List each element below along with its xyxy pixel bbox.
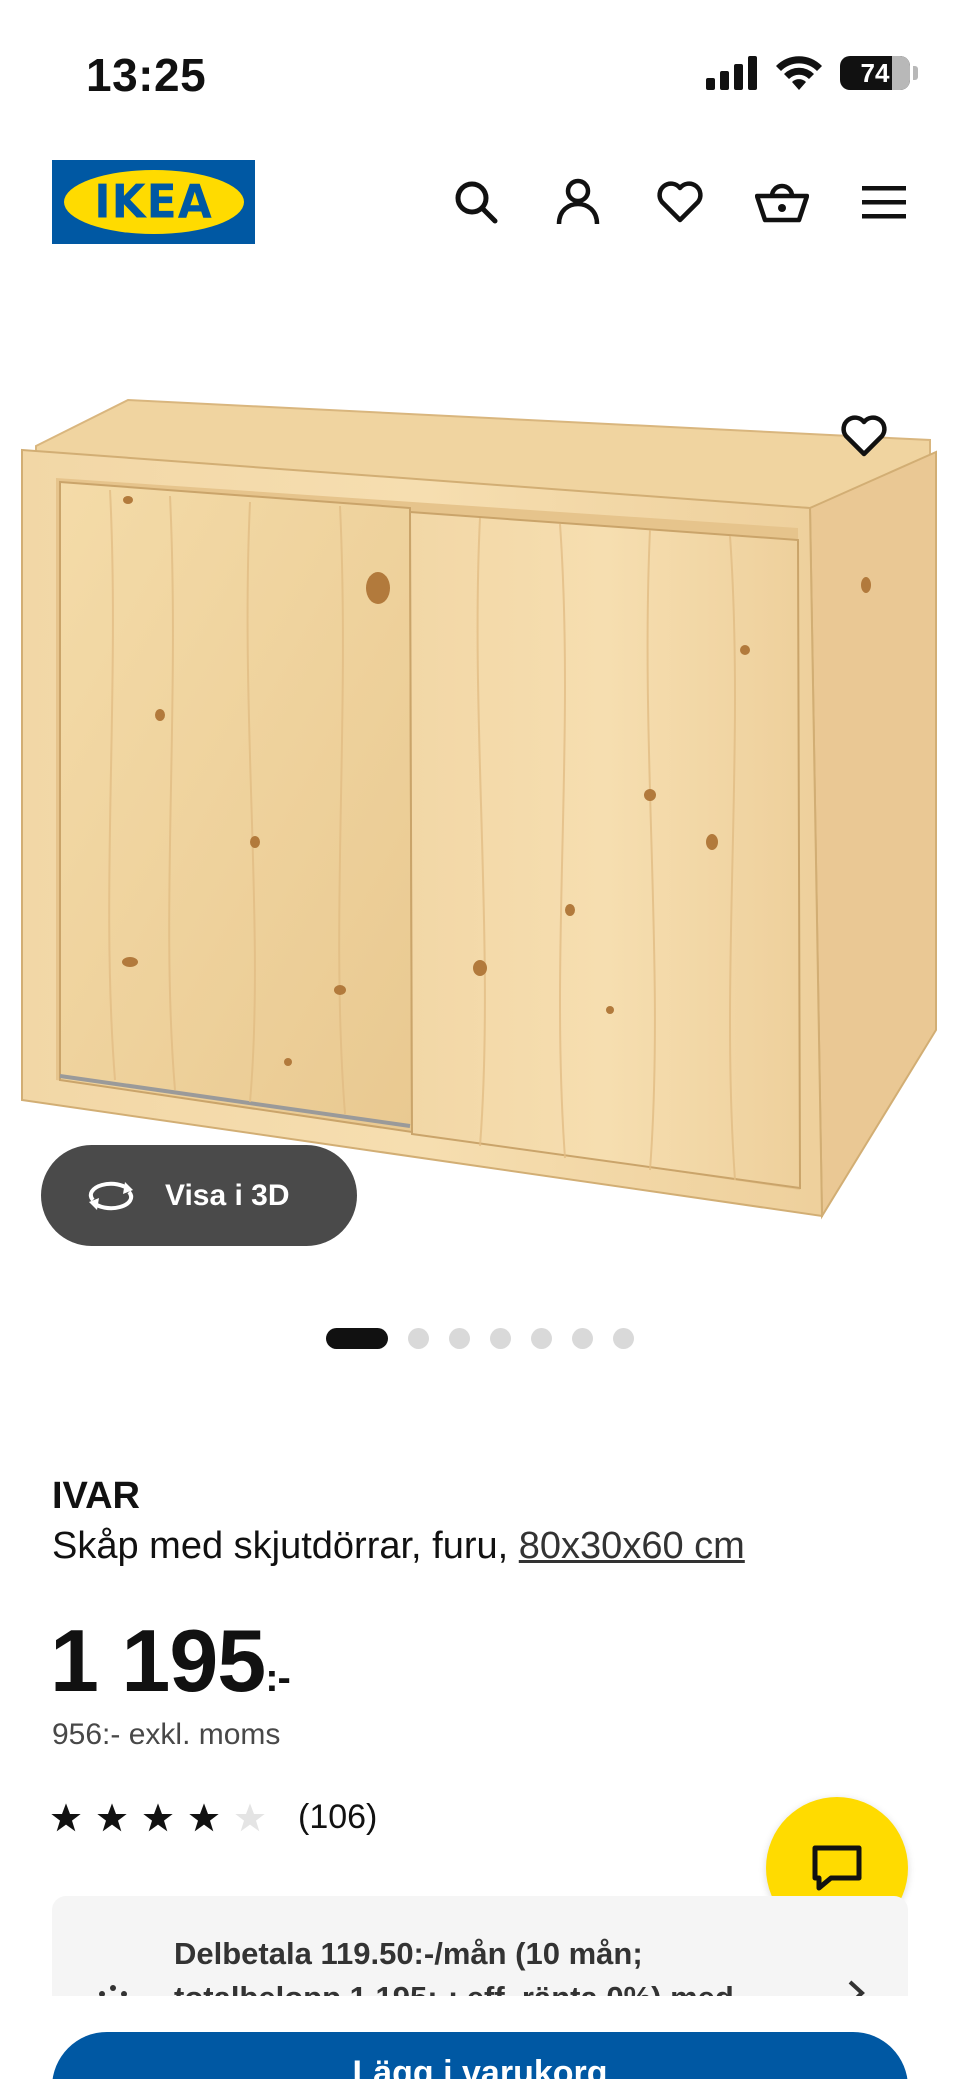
- chevron-right-icon: [848, 1980, 865, 1996]
- pagination-dot[interactable]: [490, 1328, 511, 1349]
- product-rating[interactable]: (106): [50, 1798, 377, 1837]
- installment-line-2: totalbelopp 1 195:-; eff. ränta 0%) med: [174, 1976, 814, 1996]
- logo-text: IKEA: [94, 175, 213, 229]
- ikea-logo[interactable]: IKEA: [52, 160, 255, 244]
- wifi-icon: [776, 56, 822, 90]
- battery-icon: 74: [840, 56, 918, 90]
- add-to-cart-button[interactable]: Lägg i varukorg: [52, 2032, 908, 2079]
- favorite-heart-icon[interactable]: [828, 400, 900, 472]
- add-to-cart-label: Lägg i varukorg: [352, 2054, 608, 2079]
- pagination-dot[interactable]: [613, 1328, 634, 1349]
- installment-line-1: Delbetala 119.50:-/mån (10 mån;: [174, 1936, 643, 1971]
- header-nav: [440, 172, 920, 232]
- product-type: Skåp med skjutdörrar, furu,: [52, 1525, 509, 1567]
- installment-icon: [99, 1985, 127, 1996]
- status-icons: 74: [706, 56, 918, 90]
- star-empty-icon: [235, 1802, 265, 1831]
- menu-icon[interactable]: [848, 172, 920, 232]
- product-dimensions-link[interactable]: 80x30x60 cm: [519, 1525, 745, 1567]
- status-bar: 13:25 74: [0, 0, 960, 150]
- installment-offer[interactable]: Delbetala 119.50:-/mån (10 mån; totalbel…: [52, 1896, 908, 1996]
- wishlist-heart-icon[interactable]: [644, 172, 716, 232]
- star-filled-icon: [143, 1802, 173, 1831]
- product-brand: IVAR: [52, 1475, 140, 1517]
- price-excl-vat: 956:- exkl. moms: [52, 1718, 281, 1751]
- price-suffix: :-: [265, 1656, 291, 1700]
- rotate-3d-icon: [88, 1181, 134, 1210]
- price-main: 1 195: [50, 1611, 266, 1710]
- cellular-signal-icon: [706, 56, 757, 90]
- view-in-3d-label: Visa i 3D: [165, 1178, 290, 1212]
- shopping-basket-icon[interactable]: [746, 172, 818, 232]
- image-pagination: [0, 1328, 960, 1349]
- pagination-dot-active[interactable]: [326, 1328, 388, 1349]
- chat-bubble-icon: [812, 1845, 862, 1891]
- pagination-dot[interactable]: [408, 1328, 429, 1349]
- view-in-3d-button[interactable]: Visa i 3D: [41, 1145, 357, 1246]
- pagination-dot[interactable]: [531, 1328, 552, 1349]
- pagination-dot[interactable]: [572, 1328, 593, 1349]
- site-header: IKEA: [0, 160, 960, 245]
- status-time: 13:25: [86, 49, 207, 101]
- account-icon[interactable]: [542, 172, 614, 232]
- search-icon[interactable]: [440, 172, 512, 232]
- star-filled-icon: [51, 1802, 81, 1831]
- pagination-dot[interactable]: [449, 1328, 470, 1349]
- rating-count: (106): [298, 1798, 378, 1836]
- product-description: Skåp med skjutdörrar, furu, 80x30x60 cm: [52, 1525, 745, 1568]
- star-filled-icon: [189, 1802, 219, 1831]
- installment-text: Delbetala 119.50:-/mån (10 mån; totalbel…: [174, 1932, 814, 1996]
- battery-level: 74: [860, 57, 890, 88]
- product-price: 1 195:-: [50, 1610, 291, 1712]
- star-filled-icon: [97, 1802, 127, 1831]
